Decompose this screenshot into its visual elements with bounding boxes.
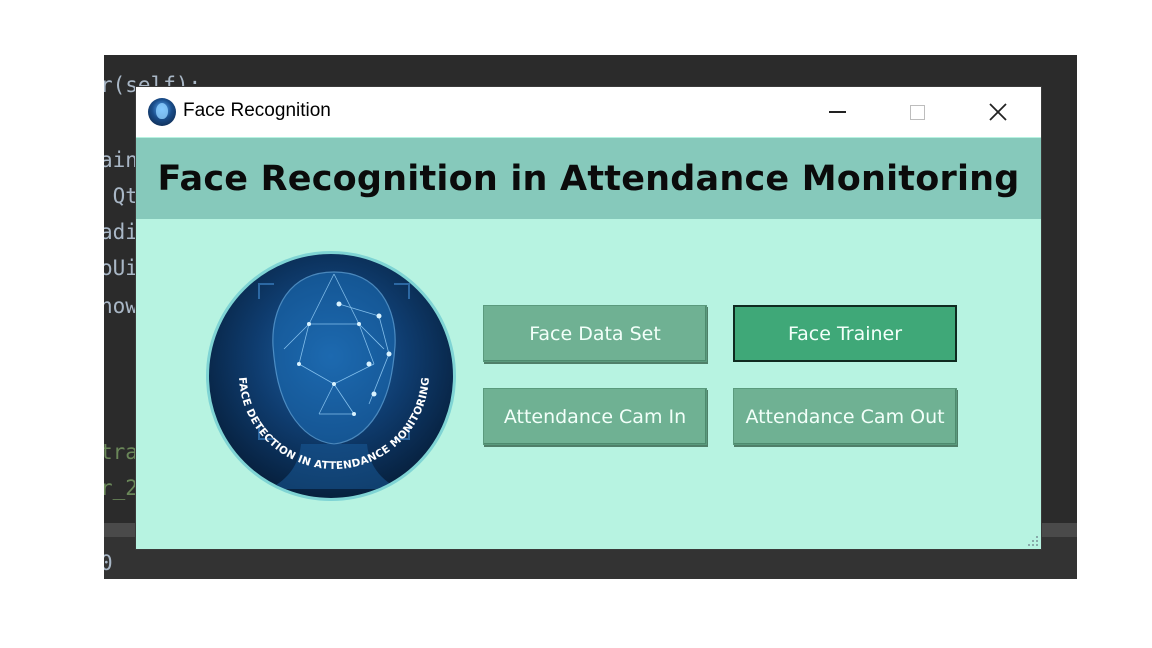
code-line: ain <box>104 148 138 172</box>
face-trainer-button[interactable]: Face Trainer <box>733 305 957 362</box>
resize-grip-icon[interactable] <box>1026 534 1038 546</box>
face-mesh-logo: FACE DETECTION IN ATTENDANCE MONITORING <box>206 251 456 501</box>
close-icon <box>989 103 1007 121</box>
code-line: tra <box>104 440 138 464</box>
maximize-button[interactable] <box>892 87 942 137</box>
face-mesh-icon: FACE DETECTION IN ATTENDANCE MONITORING <box>236 271 432 489</box>
close-button[interactable] <box>973 87 1023 137</box>
page-title: Face Recognition in Attendance Monitorin… <box>157 158 1020 199</box>
attendance-cam-in-button[interactable]: Attendance Cam In <box>483 388 707 445</box>
header-band: Face Recognition in Attendance Monitorin… <box>136 138 1041 219</box>
minimize-button[interactable] <box>812 87 862 137</box>
window-title: Face Recognition <box>183 100 331 121</box>
face-data-set-button[interactable]: Face Data Set <box>483 305 707 362</box>
minimize-icon <box>828 111 846 113</box>
code-line: r_2 <box>104 476 138 500</box>
code-line: how <box>104 294 138 318</box>
face-recognition-window: Face Recognition Face Recognition in Att… <box>136 87 1041 549</box>
title-bar[interactable]: Face Recognition <box>136 87 1041 137</box>
code-line: Qt <box>112 184 138 208</box>
face-scan-app-icon <box>148 98 176 126</box>
attendance-cam-out-button[interactable]: Attendance Cam Out <box>733 388 957 445</box>
code-line: 0 <box>104 551 113 575</box>
code-line: adi <box>104 220 138 244</box>
maximize-icon <box>909 104 925 120</box>
code-line: oUi <box>104 256 138 280</box>
